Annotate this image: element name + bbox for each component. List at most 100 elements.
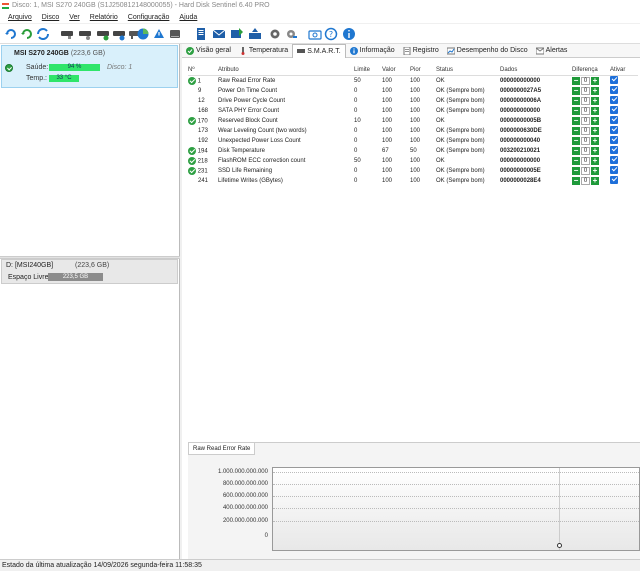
difference-value[interactable]: 0 — [581, 146, 590, 155]
menu-relatorio[interactable]: Relatório — [85, 12, 123, 23]
warning-icon[interactable] — [152, 27, 166, 41]
increase-button[interactable]: + — [591, 126, 599, 135]
increase-button[interactable]: + — [591, 176, 599, 185]
disk-test-icon[interactable] — [60, 27, 74, 41]
disk-entry[interactable]: MSI S270 240GB (223,6 GB) Saúde: 94 % Di… — [1, 45, 178, 88]
tab-overview[interactable]: Visão geral — [182, 44, 235, 58]
increase-button[interactable]: + — [591, 116, 599, 125]
enable-checkbox[interactable] — [610, 165, 618, 174]
tab-performance[interactable]: Desempenho do Disco — [443, 44, 532, 58]
enable-checkbox[interactable] — [610, 95, 618, 104]
graph-tab[interactable]: Raw Read Error Rate — [188, 443, 256, 455]
decrease-button[interactable]: − — [572, 106, 580, 115]
tab-log[interactable]: Registro — [399, 44, 443, 58]
enable-checkbox[interactable] — [610, 75, 618, 84]
mail-icon[interactable] — [212, 27, 226, 41]
drive-icon[interactable] — [168, 27, 182, 41]
enable-checkbox[interactable] — [610, 145, 618, 154]
enable-checkbox[interactable] — [610, 85, 618, 94]
increase-button[interactable]: + — [591, 166, 599, 175]
sync-icon[interactable] — [36, 27, 50, 41]
tab-information[interactable]: Informação — [346, 44, 399, 58]
col-status[interactable]: Status — [436, 66, 500, 76]
difference-value[interactable]: 0 — [581, 106, 590, 115]
col-value[interactable]: Valor — [382, 66, 410, 76]
info-icon[interactable] — [342, 27, 356, 41]
menu-configuracao[interactable]: Configuração — [123, 12, 175, 23]
gear-icon[interactable] — [268, 27, 282, 41]
col-worst[interactable]: Pior — [410, 66, 436, 76]
difference-value[interactable]: 0 — [581, 126, 590, 135]
increase-button[interactable]: + — [591, 156, 599, 165]
refresh-icon[interactable] — [4, 27, 18, 41]
difference-value[interactable]: 0 — [581, 116, 590, 125]
decrease-button[interactable]: − — [572, 126, 580, 135]
increase-button[interactable]: + — [591, 76, 599, 85]
increase-button[interactable]: + — [591, 136, 599, 145]
col-enable[interactable]: Ativar — [610, 66, 638, 76]
disk-ok-icon[interactable] — [96, 27, 110, 41]
increase-button[interactable]: + — [591, 146, 599, 155]
decrease-button[interactable]: − — [572, 176, 580, 185]
table-row[interactable]: 168 SATA PHY Error Count 0 100 100 OK (Sempre… — [188, 105, 638, 116]
decrease-button[interactable]: − — [572, 146, 580, 155]
disk-surface-icon[interactable] — [78, 27, 92, 41]
menu-ver[interactable]: Ver — [64, 12, 85, 23]
enable-checkbox[interactable] — [610, 105, 618, 114]
difference-value[interactable]: 0 — [581, 156, 590, 165]
disk-info-icon[interactable] — [112, 27, 126, 41]
tab-alerts[interactable]: Alertas — [532, 44, 572, 58]
tab-temperature[interactable]: Temperatura — [235, 44, 292, 58]
enable-checkbox[interactable] — [610, 135, 618, 144]
pie-chart-icon[interactable] — [136, 27, 150, 41]
increase-button[interactable]: + — [591, 96, 599, 105]
difference-value[interactable]: 0 — [581, 86, 590, 95]
difference-value[interactable]: 0 — [581, 176, 590, 185]
decrease-button[interactable]: − — [572, 116, 580, 125]
table-row[interactable]: 170 Reserved Block Count 10 100 100 OK 0000000… — [188, 115, 638, 126]
decrease-button[interactable]: − — [572, 156, 580, 165]
table-row[interactable]: 194 Disk Temperature 0 67 50 OK (Sempre bom) 0… — [188, 145, 638, 156]
difference-value[interactable]: 0 — [581, 166, 590, 175]
upload-icon[interactable] — [248, 27, 262, 41]
table-row[interactable]: 192 Unexpected Power Loss Count 0 100 100 OK … — [188, 135, 638, 146]
col-difference[interactable]: Diferença — [572, 66, 610, 76]
table-row[interactable]: 241 Lifetime Writes (GBytes) 0 100 100 OK (Se… — [188, 175, 638, 186]
table-row[interactable]: 9 Power On Time Count 0 100 100 OK (Sempre bo… — [188, 85, 638, 96]
help-icon[interactable]: ? — [324, 27, 338, 41]
difference-value[interactable]: 0 — [581, 76, 590, 85]
enable-checkbox[interactable] — [610, 115, 618, 124]
decrease-button[interactable]: − — [572, 76, 580, 85]
graph-data-point[interactable] — [557, 543, 562, 548]
decrease-button[interactable]: − — [572, 96, 580, 105]
decrease-button[interactable]: − — [572, 86, 580, 95]
enable-checkbox[interactable] — [610, 175, 618, 184]
camera-icon[interactable] — [308, 27, 322, 41]
col-number[interactable]: Nº — [188, 66, 218, 76]
enable-checkbox[interactable] — [610, 155, 618, 164]
tools-icon[interactable] — [284, 27, 298, 41]
difference-value[interactable]: 0 — [581, 96, 590, 105]
tab-smart[interactable]: S.M.A.R.T. — [292, 43, 346, 58]
table-row[interactable]: 218 FlashROM ECC correction count 50 100 100… — [188, 155, 638, 166]
col-data[interactable]: Dados — [500, 66, 572, 76]
increase-button[interactable]: + — [591, 106, 599, 115]
report-icon[interactable] — [194, 27, 208, 41]
table-row[interactable]: 173 Wear Leveling Count (two words) 0 100 10… — [188, 125, 638, 136]
menu-arquivo[interactable]: Arquivo — [3, 12, 37, 23]
menu-disco[interactable]: Disco — [37, 12, 65, 23]
send-icon[interactable] — [230, 27, 244, 41]
table-row[interactable]: 12 Drive Power Cycle Count 0 100 100 OK (Semp… — [188, 95, 638, 106]
increase-button[interactable]: + — [591, 86, 599, 95]
enable-checkbox[interactable] — [610, 125, 618, 134]
decrease-button[interactable]: − — [572, 166, 580, 175]
refresh-all-icon[interactable] — [20, 27, 34, 41]
col-threshold[interactable]: Limite — [354, 66, 382, 76]
table-row[interactable]: 231 SSD Life Remaining 0 100 100 OK (Sempre b… — [188, 165, 638, 176]
decrease-button[interactable]: − — [572, 136, 580, 145]
menu-ajuda[interactable]: Ajuda — [174, 12, 202, 23]
col-attribute[interactable]: Atributo — [218, 66, 354, 76]
table-row[interactable]: 1 Raw Read Error Rate 50 100 100 OK 0000000000… — [188, 75, 638, 86]
difference-value[interactable]: 0 — [581, 136, 590, 145]
volume-entry[interactable]: D: [MSI240GB] (223,6 GB) Espaço Livre 22… — [1, 259, 178, 284]
